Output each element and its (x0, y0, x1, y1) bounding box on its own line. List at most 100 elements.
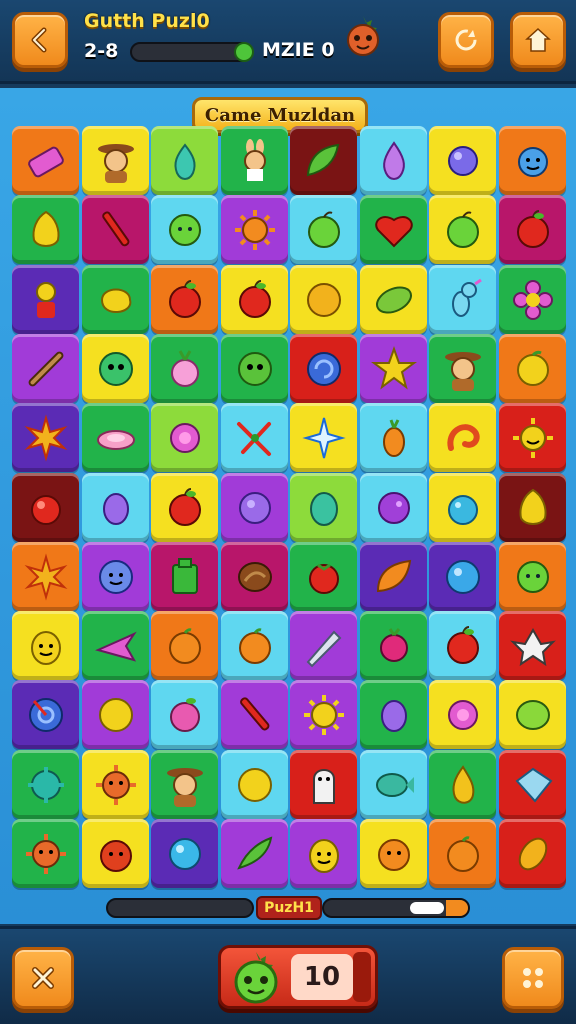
tile-lime-big[interactable] (499, 680, 566, 749)
tile-lime[interactable] (499, 542, 566, 611)
tile-apple-red[interactable] (151, 473, 218, 542)
tile-monster[interactable] (82, 334, 149, 403)
tile-face-yellow[interactable] (12, 611, 79, 680)
tile-whirl[interactable] (12, 680, 79, 749)
tile-blob[interactable] (499, 126, 566, 195)
tile-monster-green[interactable] (221, 334, 288, 403)
tile-coin[interactable] (221, 750, 288, 819)
tile-box[interactable] (151, 542, 218, 611)
tile-unicorn[interactable] (429, 265, 496, 334)
tile-sparkle[interactable] (221, 403, 288, 472)
tile-blob-yellow[interactable] (82, 265, 149, 334)
tile-berry[interactable] (360, 611, 427, 680)
tile-orange-face[interactable] (360, 819, 427, 888)
tile-egg[interactable] (290, 473, 357, 542)
tile-carrot[interactable] (360, 403, 427, 472)
tile-spiral[interactable] (290, 334, 357, 403)
tile-pear-yellow[interactable] (429, 750, 496, 819)
progress-track-left (106, 898, 254, 918)
tile-apple-red[interactable] (151, 265, 218, 334)
tile-burst[interactable] (12, 542, 79, 611)
tile-ghost[interactable] (290, 750, 357, 819)
tile-apple-green[interactable] (290, 195, 357, 264)
back-button[interactable] (12, 12, 68, 68)
tile-grape2[interactable] (360, 473, 427, 542)
tile-drop-blue[interactable] (429, 473, 496, 542)
tile-star[interactable] (360, 334, 427, 403)
tile-bean[interactable] (360, 265, 427, 334)
robot-icon (35, 281, 56, 318)
tile-burst[interactable] (12, 403, 79, 472)
tile-leaf[interactable] (290, 126, 357, 195)
tile-bunny[interactable] (221, 126, 288, 195)
tile-flower-pink[interactable] (151, 403, 218, 472)
tile-cowboy[interactable] (151, 750, 218, 819)
tile-radish[interactable] (151, 334, 218, 403)
tile-tomato-face[interactable] (82, 819, 149, 888)
tile-orange[interactable] (221, 611, 288, 680)
menu-button[interactable] (502, 947, 564, 1009)
tile-coin[interactable] (82, 680, 149, 749)
tile-cowboy[interactable] (82, 126, 149, 195)
tile-swirl[interactable] (429, 403, 496, 472)
tile-bubble[interactable] (429, 126, 496, 195)
tile-brush[interactable] (82, 195, 149, 264)
tile-orb-cyan[interactable] (151, 819, 218, 888)
tile-apple-green[interactable] (429, 195, 496, 264)
flower-icon (512, 279, 553, 320)
tile-heart[interactable] (360, 195, 427, 264)
tile-comet[interactable] (290, 403, 357, 472)
tile-orange[interactable] (151, 611, 218, 680)
tile-leaf-orange[interactable] (360, 542, 427, 611)
tile-apple-red[interactable] (499, 195, 566, 264)
tile-orb-blue[interactable] (429, 542, 496, 611)
tile-robot[interactable] (12, 265, 79, 334)
tile-gem[interactable] (499, 750, 566, 819)
tile-lemon-round[interactable] (499, 334, 566, 403)
refresh-button[interactable] (438, 12, 494, 68)
tile-sun[interactable] (221, 195, 288, 264)
tile-lemon[interactable] (12, 195, 79, 264)
tile-ring[interactable] (82, 403, 149, 472)
close-button[interactable] (12, 947, 74, 1009)
tile-eraser[interactable] (12, 126, 79, 195)
tile-cherry[interactable] (12, 473, 79, 542)
tile-cowboy[interactable] (429, 334, 496, 403)
moves-side-cap (353, 952, 371, 1002)
tile-tomato[interactable] (290, 542, 357, 611)
tile-pear[interactable] (151, 126, 218, 195)
tile-sun-smile[interactable] (499, 403, 566, 472)
tile-flower[interactable] (499, 265, 566, 334)
tile-flower-pink[interactable] (429, 680, 496, 749)
tile-sun-orange[interactable] (12, 819, 79, 888)
tile-fish[interactable] (360, 750, 427, 819)
tile-grape[interactable] (221, 473, 288, 542)
tile-orange[interactable] (429, 819, 496, 888)
tile-lime[interactable] (151, 195, 218, 264)
tile-blob-teal[interactable] (12, 750, 79, 819)
tile-mango[interactable] (499, 819, 566, 888)
tile-drop[interactable] (360, 126, 427, 195)
box-icon (171, 557, 198, 594)
tile-chili[interactable] (221, 819, 288, 888)
tile-plum[interactable] (82, 473, 149, 542)
tile-sun-orange[interactable] (82, 750, 149, 819)
tile-plane[interactable] (82, 611, 149, 680)
tile-face-blue[interactable] (82, 542, 149, 611)
home-button[interactable] (510, 12, 566, 68)
tile-plum[interactable] (360, 680, 427, 749)
tile-pen[interactable] (221, 680, 288, 749)
tile-nut[interactable] (221, 542, 288, 611)
tile-brush2[interactable] (12, 334, 79, 403)
tile-face-yellow[interactable] (290, 819, 357, 888)
tile-apple-red[interactable] (221, 265, 288, 334)
puzzle-progress: PuzH1 (106, 896, 470, 920)
tile-orb[interactable] (290, 265, 357, 334)
tile-lemon[interactable] (499, 473, 566, 542)
tile-gremlin[interactable] (499, 611, 566, 680)
tile-rocket[interactable] (290, 611, 357, 680)
tile-sun-face[interactable] (290, 680, 357, 749)
grape2-icon (377, 491, 410, 524)
tile-apple-red[interactable] (429, 611, 496, 680)
tile-peach[interactable] (151, 680, 218, 749)
